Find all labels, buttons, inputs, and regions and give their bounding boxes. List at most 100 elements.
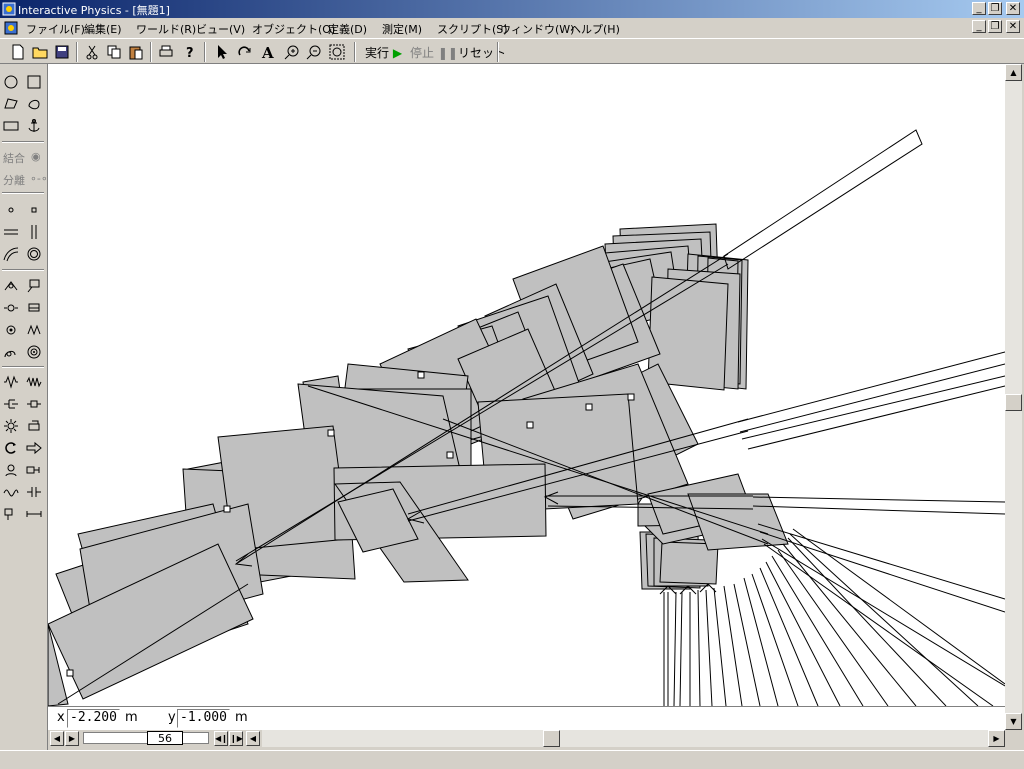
curved-slot-icon[interactable] <box>1 244 21 264</box>
x-coordinate-field[interactable]: -2.200 <box>67 709 120 728</box>
menu-world[interactable]: ワールド(R) <box>136 21 196 37</box>
point-tool-icon[interactable] <box>1 200 21 220</box>
play-icon: ▶ <box>392 46 403 60</box>
menu-window[interactable]: ウィンドウ(W) <box>500 21 574 37</box>
anchor-tool-icon[interactable] <box>24 116 44 136</box>
select-arrow-icon[interactable] <box>212 42 232 62</box>
doc-restore-button[interactable]: ❐ <box>988 20 1002 33</box>
restore-button[interactable]: ❐ <box>988 2 1002 15</box>
spiral-joint-icon[interactable] <box>24 342 44 362</box>
damper-tool-icon[interactable] <box>1 394 21 414</box>
scroll-down-button[interactable]: ▼ <box>1005 713 1022 730</box>
line-tool-icon[interactable] <box>24 504 44 524</box>
rectangle-tool-icon[interactable] <box>1 116 21 136</box>
toolbar-separator <box>354 42 356 62</box>
menu-file[interactable]: ファイル(F) <box>26 21 85 37</box>
rotational-spring-icon[interactable] <box>24 372 44 392</box>
y-coordinate-field[interactable]: -1.000 <box>177 709 230 728</box>
polygon-tool-icon[interactable] <box>1 94 21 114</box>
menu-help[interactable]: ヘルプ(H) <box>570 21 620 37</box>
join-icon[interactable]: ◉ <box>31 150 41 163</box>
join-label[interactable]: 結合 <box>3 150 25 166</box>
circle-tool-icon[interactable] <box>1 72 21 92</box>
frame-counter[interactable]: 56 <box>147 731 183 745</box>
circular-slot-icon[interactable] <box>24 244 44 264</box>
zoom-in-icon[interactable] <box>282 42 302 62</box>
motor-joint-icon[interactable] <box>1 298 21 318</box>
capacitor-tool-icon[interactable] <box>24 482 44 502</box>
curved-body-tool-icon[interactable] <box>24 94 44 114</box>
actuator-joint-icon[interactable] <box>24 298 44 318</box>
rigid-joint-icon[interactable] <box>24 276 44 296</box>
doc-minimize-button[interactable]: _ <box>972 20 986 33</box>
menu-measure[interactable]: 測定(M) <box>382 21 422 37</box>
zoom-fit-icon[interactable] <box>327 42 347 62</box>
frame-first-button[interactable]: ◀ <box>50 731 64 746</box>
menu-define[interactable]: 定義(D) <box>328 21 367 37</box>
curl-joint-icon[interactable] <box>1 342 21 362</box>
svg-text:?: ? <box>186 46 194 60</box>
simulation-canvas[interactable] <box>48 64 1005 706</box>
new-file-icon[interactable] <box>8 42 28 62</box>
vertical-slot-icon[interactable] <box>24 222 44 242</box>
copy-icon[interactable] <box>104 42 124 62</box>
torque-tool-icon[interactable] <box>1 438 21 458</box>
force-tool-icon[interactable] <box>24 438 44 458</box>
coordinate-bar: x -2.200 m y -1.000 m <box>48 706 1005 730</box>
split-icon[interactable]: ∘-∘ <box>30 172 48 185</box>
vertical-scrollbar[interactable]: ▲ ▼ <box>1005 64 1022 730</box>
frame-next-button[interactable]: ▶ <box>65 731 79 746</box>
body-trail <box>48 223 789 706</box>
horizontal-slot-icon[interactable] <box>1 222 21 242</box>
menu-object[interactable]: オブジェクト(O) <box>252 21 335 37</box>
svg-text:A: A <box>261 44 274 60</box>
title-bar: Interactive Physics - [無題1] _ ❐ ✕ <box>0 0 1024 18</box>
save-icon[interactable] <box>52 42 72 62</box>
pin-joint-icon[interactable] <box>1 276 21 296</box>
vertical-scroll-thumb[interactable] <box>1005 394 1022 411</box>
document-icon[interactable] <box>4 21 18 35</box>
tool-palette: 結合 ◉ 分離 ∘-∘ <box>0 64 48 750</box>
cut-icon[interactable] <box>82 42 102 62</box>
separator-tool-icon[interactable] <box>24 416 44 436</box>
minimize-button[interactable]: _ <box>972 2 986 15</box>
zoom-out-icon[interactable] <box>304 42 324 62</box>
menu-view[interactable]: ビュー(V) <box>196 21 245 37</box>
meter-tool-icon[interactable] <box>1 504 21 524</box>
y-label: y <box>168 710 176 725</box>
text-tool-icon[interactable]: A <box>258 42 278 62</box>
gear-joint-icon[interactable] <box>1 320 21 340</box>
rope-tool-icon[interactable] <box>24 394 44 414</box>
spring-joint-icon[interactable] <box>24 320 44 340</box>
scroll-right-button[interactable]: ▶ <box>988 730 1005 747</box>
horizontal-scroll-thumb[interactable] <box>543 730 560 747</box>
scroll-up-button[interactable]: ▲ <box>1005 64 1022 81</box>
paste-icon[interactable] <box>126 42 146 62</box>
print-icon[interactable] <box>156 42 176 62</box>
help-icon[interactable]: ? <box>180 42 200 62</box>
stop-button[interactable]: 停止 ❚❚ <box>410 44 458 61</box>
scroll-left-button[interactable]: ◀ <box>246 731 260 746</box>
frame-step-back-button[interactable]: ◀❙ <box>214 731 228 746</box>
close-button[interactable]: ✕ <box>1006 2 1020 15</box>
frame-slider[interactable] <box>83 732 209 744</box>
split-label[interactable]: 分離 <box>3 172 25 188</box>
frame-step-forward-button[interactable]: ❙▶ <box>229 731 243 746</box>
open-folder-icon[interactable] <box>30 42 50 62</box>
menu-script[interactable]: スクリプト(S) <box>437 21 508 37</box>
pulley-tool-icon[interactable] <box>1 416 21 436</box>
doc-close-button[interactable]: ✕ <box>1006 20 1020 33</box>
square-point-tool-icon[interactable] <box>24 200 44 220</box>
square-tool-icon[interactable] <box>24 72 44 92</box>
actuator-tool-icon[interactable] <box>24 460 44 480</box>
run-button[interactable]: 実行 ▶ <box>365 44 402 61</box>
wave-tool-icon[interactable] <box>1 482 21 502</box>
spring-tool-icon[interactable] <box>1 372 21 392</box>
x-unit: m <box>125 710 138 725</box>
horizontal-scrollbar[interactable]: ▶ <box>262 730 1005 747</box>
menu-edit[interactable]: 編集(E) <box>84 21 122 37</box>
rotate-icon[interactable] <box>235 42 255 62</box>
palette-separator <box>2 366 44 368</box>
pause-icon: ❚❚ <box>437 46 458 60</box>
motor-tool-icon[interactable] <box>1 460 21 480</box>
